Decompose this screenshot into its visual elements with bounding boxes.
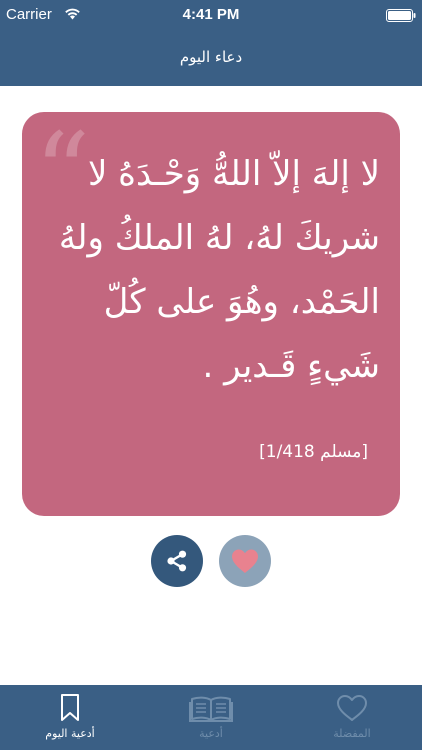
dua-card: “ لا إلهَ إلاّ اللهُّ وَحْـدَهُ لا شريكَ…: [22, 112, 400, 516]
tab-favorites-label: المفضلة: [333, 727, 371, 740]
tab-duas-label: أدعية: [199, 727, 223, 740]
heart-icon: [232, 549, 258, 573]
share-icon: [167, 550, 187, 572]
tab-today-duas-label: أدعية اليوم: [45, 727, 95, 740]
tab-favorites[interactable]: المفضلة: [282, 685, 422, 750]
tab-duas[interactable]: أدعية: [141, 685, 281, 750]
status-time: 4:41 PM: [182, 6, 240, 23]
share-button[interactable]: [151, 535, 203, 587]
bookmark-icon: [61, 694, 79, 721]
dua-source: [مسلم 1/418]: [259, 442, 368, 462]
tab-today-duas[interactable]: أدعية اليوم: [0, 685, 140, 750]
heart-outline-icon: [337, 695, 367, 721]
open-book-icon: [189, 696, 233, 722]
battery-icon: [386, 9, 416, 22]
favorite-button[interactable]: [219, 535, 271, 587]
page-title: دعاء اليوم: [179, 48, 243, 66]
top-bar: Carrier 4:41 PM دعاء اليوم: [0, 0, 422, 86]
status-bar: Carrier 4:41 PM: [0, 0, 422, 30]
dua-text: لا إلهَ إلاّ اللهُّ وَحْـدَهُ لا شريكَ ل…: [58, 154, 380, 386]
tab-bar: أدعية اليوم أدعية المفضلة: [0, 685, 422, 750]
